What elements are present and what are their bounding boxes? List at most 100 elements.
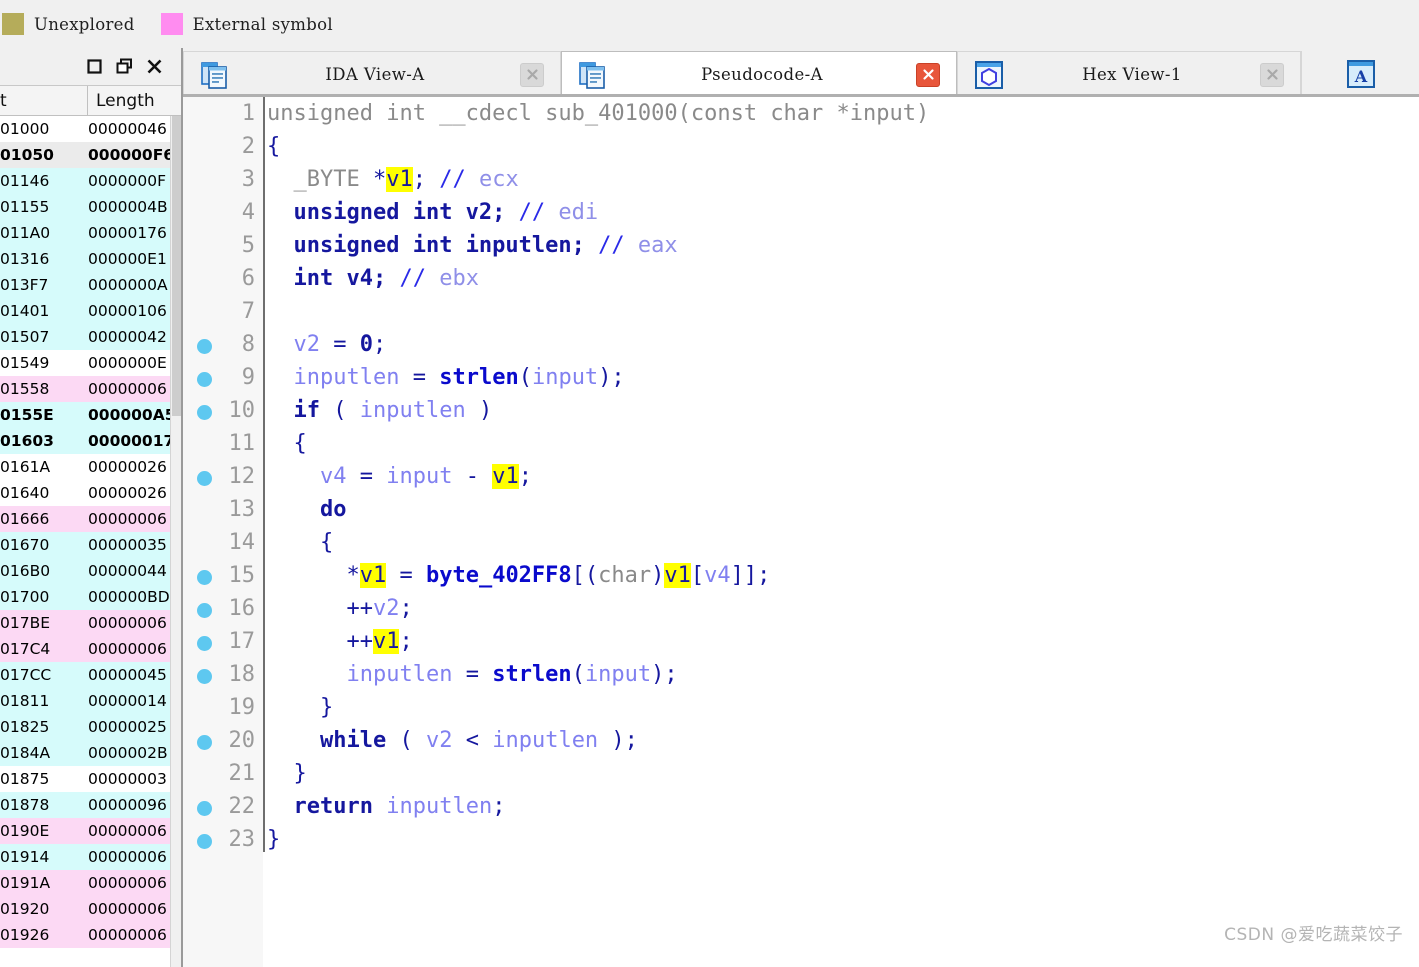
code-text[interactable]: unsigned int inputlen; // eax (263, 229, 678, 262)
column-header-length[interactable]: Length (88, 86, 181, 115)
breakpoint-marker-icon[interactable] (197, 471, 212, 486)
table-row[interactable]: 017BE 00000006 (0, 610, 170, 636)
code-text[interactable]: v2 = 0; (263, 328, 387, 361)
breakpoint-marker-icon[interactable] (197, 372, 212, 387)
table-row[interactable]: 01507 00000042 (0, 324, 170, 350)
tab-close-icon[interactable] (916, 62, 940, 87)
code-text[interactable]: ++v2; (263, 592, 412, 625)
table-row[interactable]: 01878 00000096 (0, 792, 170, 818)
table-row[interactable]: 01558 00000006 (0, 376, 170, 402)
table-row[interactable]: 01875 00000003 (0, 766, 170, 792)
breakpoint-marker-icon[interactable] (197, 801, 212, 816)
code-text[interactable]: { (263, 526, 333, 559)
table-row[interactable]: 0161A 00000026 (0, 454, 170, 480)
table-row[interactable]: 017C4 00000006 (0, 636, 170, 662)
code-text[interactable]: return inputlen; (263, 790, 506, 823)
tab-hex-view-1[interactable]: Hex View-1 (957, 51, 1301, 97)
table-row[interactable]: 01666 00000006 (0, 506, 170, 532)
code-text[interactable]: unsigned int __cdecl sub_401000(const ch… (263, 97, 929, 130)
table-row[interactable]: 01316 000000E1 (0, 246, 170, 272)
tab-pseudocode-a[interactable]: Pseudocode-A (561, 51, 957, 97)
table-row[interactable]: 01401 00000106 (0, 298, 170, 324)
code-line[interactable]: 19 } (183, 691, 1419, 724)
code-line[interactable]: 17 ++v1; (183, 625, 1419, 658)
code-line[interactable]: 4 unsigned int v2; // edi (183, 196, 1419, 229)
code-text[interactable]: *v1 = byte_402FF8[(char)v1[v4]]; (263, 559, 770, 592)
table-row[interactable]: 01050 000000F6 (0, 142, 170, 168)
restore-button[interactable] (109, 53, 139, 81)
breakpoint-marker-icon[interactable] (197, 405, 212, 420)
table-row[interactable]: 013F7 0000000A (0, 272, 170, 298)
tab-close-icon[interactable] (1260, 62, 1284, 87)
table-row[interactable]: 0190E 00000006 (0, 818, 170, 844)
code-line[interactable]: 8 v2 = 0; (183, 328, 1419, 361)
segments-list[interactable]: 01000 00000046 01050 000000F6 01146 0000000F 0… (0, 116, 170, 967)
code-text[interactable]: unsigned int v2; // edi (263, 196, 599, 229)
table-row[interactable]: 01640 00000026 (0, 480, 170, 506)
breakpoint-marker-icon[interactable] (197, 570, 212, 585)
code-line[interactable]: 13 do (183, 493, 1419, 526)
tab-ida-view-a[interactable]: IDA View-A (183, 51, 561, 97)
breakpoint-marker-icon[interactable] (197, 339, 212, 354)
table-row[interactable]: 016B0 00000044 (0, 558, 170, 584)
code-line[interactable]: 18 inputlen = strlen(input); (183, 658, 1419, 691)
code-line[interactable]: 5 unsigned int inputlen; // eax (183, 229, 1419, 262)
table-row[interactable]: 01603 00000017 (0, 428, 170, 454)
code-text[interactable]: do (263, 493, 347, 526)
breakpoint-marker-icon[interactable] (197, 636, 212, 651)
code-line[interactable]: 10 if ( inputlen ) (183, 394, 1419, 427)
breakpoint-marker-icon[interactable] (197, 834, 212, 849)
code-lines-container[interactable]: 1 unsigned int __cdecl sub_401000(const c… (183, 97, 1419, 856)
table-row[interactable]: 01155 0000004B (0, 194, 170, 220)
code-text[interactable]: v4 = input - v1; (263, 460, 532, 493)
table-row[interactable]: 01811 00000014 (0, 688, 170, 714)
breakpoint-marker-icon[interactable] (197, 669, 212, 684)
code-text[interactable]: ++v1; (263, 625, 413, 658)
close-button[interactable] (139, 53, 169, 81)
table-row[interactable]: 011A0 00000176 (0, 220, 170, 246)
table-row[interactable]: 0155E 000000A5 (0, 402, 170, 428)
code-text[interactable]: } (263, 757, 306, 790)
code-line[interactable]: 15 *v1 = byte_402FF8[(char)v1[v4]]; (183, 559, 1419, 592)
breakpoint-marker-icon[interactable] (197, 735, 212, 750)
code-text[interactable]: if ( inputlen ) (263, 394, 493, 427)
code-text[interactable]: inputlen = strlen(input); (263, 361, 625, 394)
code-text[interactable]: int v4; // ebx (263, 262, 479, 295)
scrollbar-thumb[interactable] (172, 116, 181, 416)
table-row[interactable]: 01670 00000035 (0, 532, 170, 558)
tab-close-icon[interactable] (520, 62, 544, 87)
left-panel-scrollbar[interactable] (170, 116, 181, 967)
table-row[interactable]: 01914 00000006 (0, 844, 170, 870)
code-text[interactable]: inputlen = strlen(input); (263, 658, 677, 691)
code-line[interactable]: 16 ++v2; (183, 592, 1419, 625)
table-row[interactable]: 0184A 0000002B (0, 740, 170, 766)
breakpoint-marker-icon[interactable] (197, 603, 212, 618)
code-line[interactable]: 23} (183, 823, 1419, 856)
code-text[interactable]: { (263, 427, 306, 460)
pseudocode-view[interactable]: 1 unsigned int __cdecl sub_401000(const c… (183, 97, 1419, 967)
code-line[interactable]: 2{ (183, 130, 1419, 163)
code-text[interactable]: } (263, 691, 333, 724)
table-row[interactable]: 01825 00000025 (0, 714, 170, 740)
code-text[interactable]: } (263, 823, 280, 856)
structures-tab-button[interactable]: A (1301, 51, 1419, 97)
code-line[interactable]: 6 int v4; // ebx (183, 262, 1419, 295)
maximize-button[interactable] (79, 53, 109, 81)
code-line[interactable]: 21 } (183, 757, 1419, 790)
code-line[interactable]: 9 inputlen = strlen(input); (183, 361, 1419, 394)
table-row[interactable]: 01000 00000046 (0, 116, 170, 142)
code-line[interactable]: 7 (183, 295, 1419, 328)
code-line[interactable]: 20 while ( v2 < inputlen ); (183, 724, 1419, 757)
code-line[interactable]: 12 v4 = input - v1; (183, 460, 1419, 493)
code-line[interactable]: 3 _BYTE *v1; // ecx (183, 163, 1419, 196)
table-row[interactable]: 01549 0000000E (0, 350, 170, 376)
code-text[interactable]: { (263, 130, 280, 163)
table-row[interactable]: 017CC 00000045 (0, 662, 170, 688)
table-row[interactable]: 01700 000000BD (0, 584, 170, 610)
table-row[interactable]: 01926 00000006 (0, 922, 170, 948)
table-row[interactable]: 0191A 00000006 (0, 870, 170, 896)
code-line[interactable]: 1 unsigned int __cdecl sub_401000(const c… (183, 97, 1419, 130)
table-row[interactable]: 01920 00000006 (0, 896, 170, 922)
code-text[interactable]: _BYTE *v1; // ecx (263, 163, 519, 196)
column-header-start[interactable]: t (0, 86, 88, 115)
